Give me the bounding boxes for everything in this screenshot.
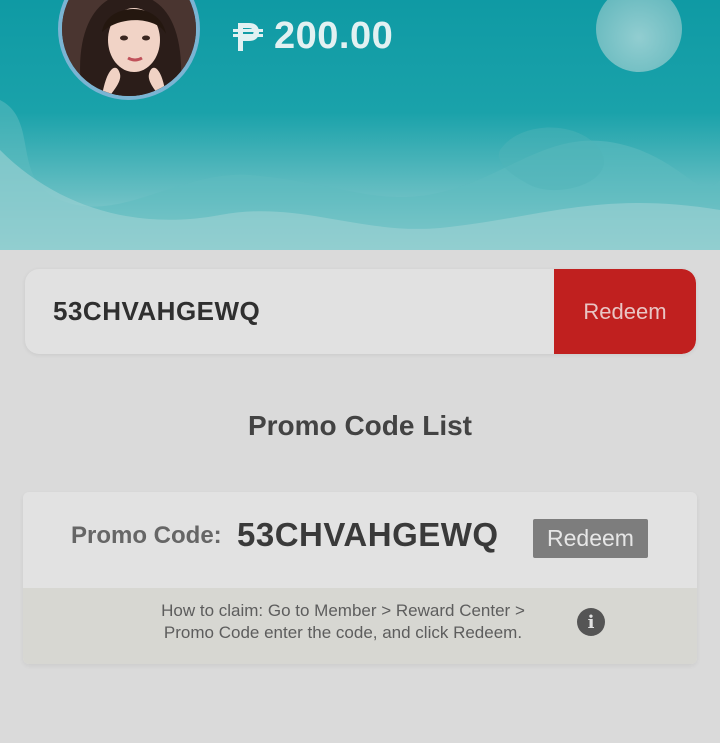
promo-list-title: Promo Code List xyxy=(247,410,472,441)
profile-header: 200.00 xyxy=(0,0,720,250)
claim-instructions-line-2: Promo Code enter the code, and click Red… xyxy=(163,623,523,642)
peso-sign-icon xyxy=(233,23,263,51)
info-icon[interactable]: i xyxy=(577,608,605,636)
claim-instructions-text: How to claim: Go to Member > Reward Cent… xyxy=(123,600,563,644)
promo-redeem-button[interactable]: Redeem xyxy=(533,519,648,558)
promo-code-label: Promo Code: xyxy=(71,522,222,549)
balance-amount: 200.00 xyxy=(274,14,394,57)
wallet-balance: 200.00 xyxy=(232,14,393,58)
promo-code-value: 53CHVAHGEWQ xyxy=(237,516,499,553)
redeem-form: Redeem xyxy=(25,269,696,354)
promo-code-row: Promo Code: 53CHVAHGEWQ Redeem xyxy=(23,492,697,588)
promo-code-input[interactable] xyxy=(25,269,554,354)
avatar-photo xyxy=(62,0,196,96)
promo-code-card: Promo Code: 53CHVAHGEWQ Redeem How to cl… xyxy=(23,492,697,664)
redeem-button[interactable]: Redeem xyxy=(554,269,696,354)
claim-instructions-line-1: How to claim: Go to Member > Reward Cent… xyxy=(161,601,525,620)
claim-instructions: How to claim: Go to Member > Reward Cent… xyxy=(23,588,697,664)
promo-code-page: 200.00 Redeem Promo Code List Promo Code… xyxy=(0,0,720,743)
